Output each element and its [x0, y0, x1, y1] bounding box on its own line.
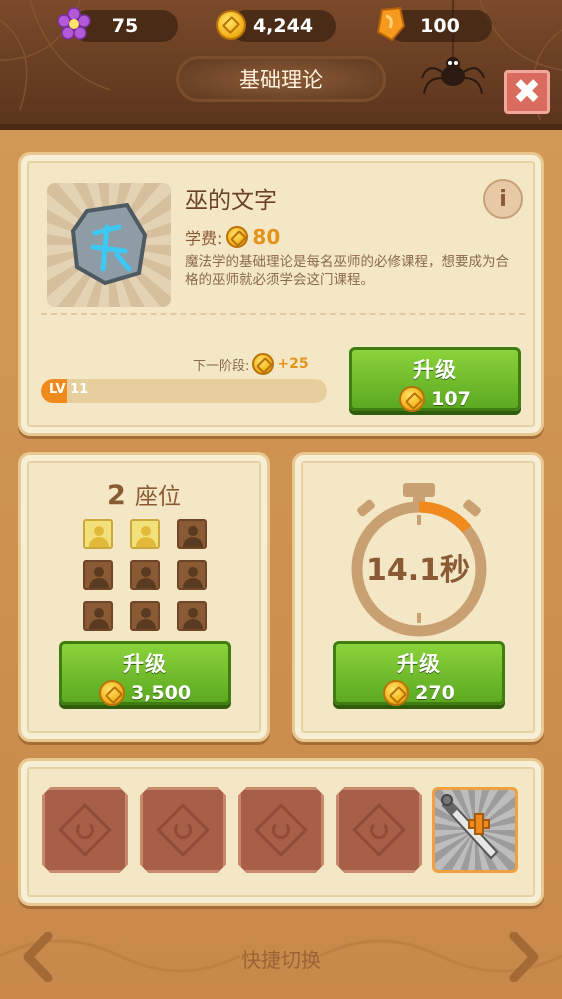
fee-coin-icon: [226, 226, 249, 248]
seats-count: 2: [107, 480, 126, 511]
rune-slot-spiral-icon: [370, 821, 388, 839]
page-title: 基础理论: [176, 56, 386, 102]
next-arrow-button[interactable]: [504, 931, 544, 983]
chevron-right-icon: [509, 931, 539, 983]
rune-slot-1[interactable]: [42, 787, 128, 873]
person-icon: [141, 608, 151, 618]
crystal-value: 100: [420, 15, 460, 37]
next-stage-label: 下一阶段:: [193, 358, 250, 374]
timer-upgrade-button[interactable]: 升级 270: [333, 641, 505, 706]
seat-empty: [177, 519, 207, 549]
person-icon: [94, 567, 104, 577]
rune-slot-2[interactable]: [140, 787, 226, 873]
seats-label: 座位: [134, 484, 181, 510]
seats-upgrade-button[interactable]: 升级 3,500: [59, 641, 231, 706]
next-stage: 下一阶段: +25: [193, 353, 309, 375]
seat-occupied: [83, 519, 113, 549]
seats-title: 2 座位: [21, 477, 267, 511]
footer-bar: 快捷切换: [0, 916, 562, 999]
course-upgrade-label: 升级: [413, 358, 457, 382]
seat-grid: [83, 519, 209, 633]
seat-empty: [83, 601, 113, 631]
seats-panel: 2 座位 升级 3,500: [18, 452, 270, 742]
level-label: LV 11: [49, 382, 89, 397]
seat-empty: [177, 601, 207, 631]
timer-panel: 14.1秒 升级 270: [292, 452, 544, 742]
course-upgrade-cost: 107: [352, 386, 518, 412]
next-stage-coin-icon: [252, 353, 275, 375]
person-icon: [141, 526, 151, 536]
seats-upgrade-coin-icon: [98, 680, 125, 706]
person-body-icon: [183, 578, 203, 588]
close-button[interactable]: ✖: [504, 70, 550, 114]
seats-upgrade-cost: 3,500: [62, 680, 228, 706]
seats-upgrade-cost-value: 3,500: [130, 682, 192, 704]
person-icon: [94, 526, 104, 536]
seat-empty: [83, 560, 113, 590]
timer-upgrade-cost-value: 270: [415, 682, 455, 704]
rune-slot-3[interactable]: [238, 787, 324, 873]
person-body-icon: [136, 537, 156, 547]
seat-empty: [130, 601, 160, 631]
timer-upgrade-label: 升级: [397, 652, 441, 676]
quick-switch-label[interactable]: 快捷切换: [0, 944, 562, 973]
person-icon: [188, 526, 198, 536]
rune-slot-spiral-icon: [76, 821, 94, 839]
fee-value: 80: [252, 225, 281, 249]
next-stage-bonus: +25: [277, 356, 309, 372]
course-panel: 巫的文字 i 学费: 80 魔法学的基础理论是每名巫师的必修课程，想要成为合格的…: [18, 152, 544, 436]
info-icon: i: [499, 186, 507, 212]
equipment-slot-sword[interactable]: [432, 787, 518, 873]
sword-add-icon: [441, 794, 499, 860]
page-title-text: 基础理论: [239, 68, 323, 92]
rune-slot-4[interactable]: [336, 787, 422, 873]
rune-slot-spiral-icon: [272, 821, 290, 839]
person-body-icon: [183, 619, 203, 629]
rune-stone-icon: [70, 202, 148, 286]
seats-upgrade-label: 升级: [123, 652, 167, 676]
amber-crystal-icon: [376, 6, 406, 42]
person-icon: [188, 567, 198, 577]
course-description: 魔法学的基础理论是每名巫师的必修课程，想要成为合格的巫师就必须学会这门课程。: [185, 254, 509, 288]
person-body-icon: [183, 537, 203, 547]
person-body-icon: [89, 619, 109, 629]
gold-value: 4,244: [252, 15, 314, 37]
timer-upgrade-cost: 270: [336, 680, 502, 706]
fee-label: 学费:: [185, 229, 223, 248]
course-upgrade-coin-icon: [399, 386, 426, 412]
person-icon: [188, 608, 198, 618]
top-bar: 75 4,244 100 基础理论 ✖: [0, 0, 562, 130]
divider: [41, 313, 525, 315]
seat-empty: [177, 560, 207, 590]
course-info-button[interactable]: i: [483, 179, 523, 219]
person-icon: [141, 567, 151, 577]
gems-value: 75: [111, 15, 139, 37]
person-body-icon: [89, 578, 109, 588]
person-icon: [94, 608, 104, 618]
seat-occupied: [130, 519, 160, 549]
course-upgrade-cost-value: 107: [431, 388, 471, 410]
course-upgrade-button[interactable]: 升级 107: [349, 347, 521, 412]
rune-slot-spiral-icon: [174, 821, 192, 839]
course-image: [47, 183, 171, 307]
course-fee: 学费: 80: [185, 225, 280, 249]
close-icon: ✖: [512, 72, 542, 112]
seat-empty: [130, 560, 160, 590]
course-name: 巫的文字: [185, 188, 277, 214]
flower-gem-icon: [57, 7, 91, 40]
person-body-icon: [136, 578, 156, 588]
person-body-icon: [89, 537, 109, 547]
person-body-icon: [136, 619, 156, 629]
gold-coin-icon: [216, 10, 246, 40]
level-progress-bar: LV 11: [41, 379, 327, 403]
timer-upgrade-coin-icon: [383, 680, 410, 706]
timer-value: 14.1秒: [365, 553, 471, 588]
